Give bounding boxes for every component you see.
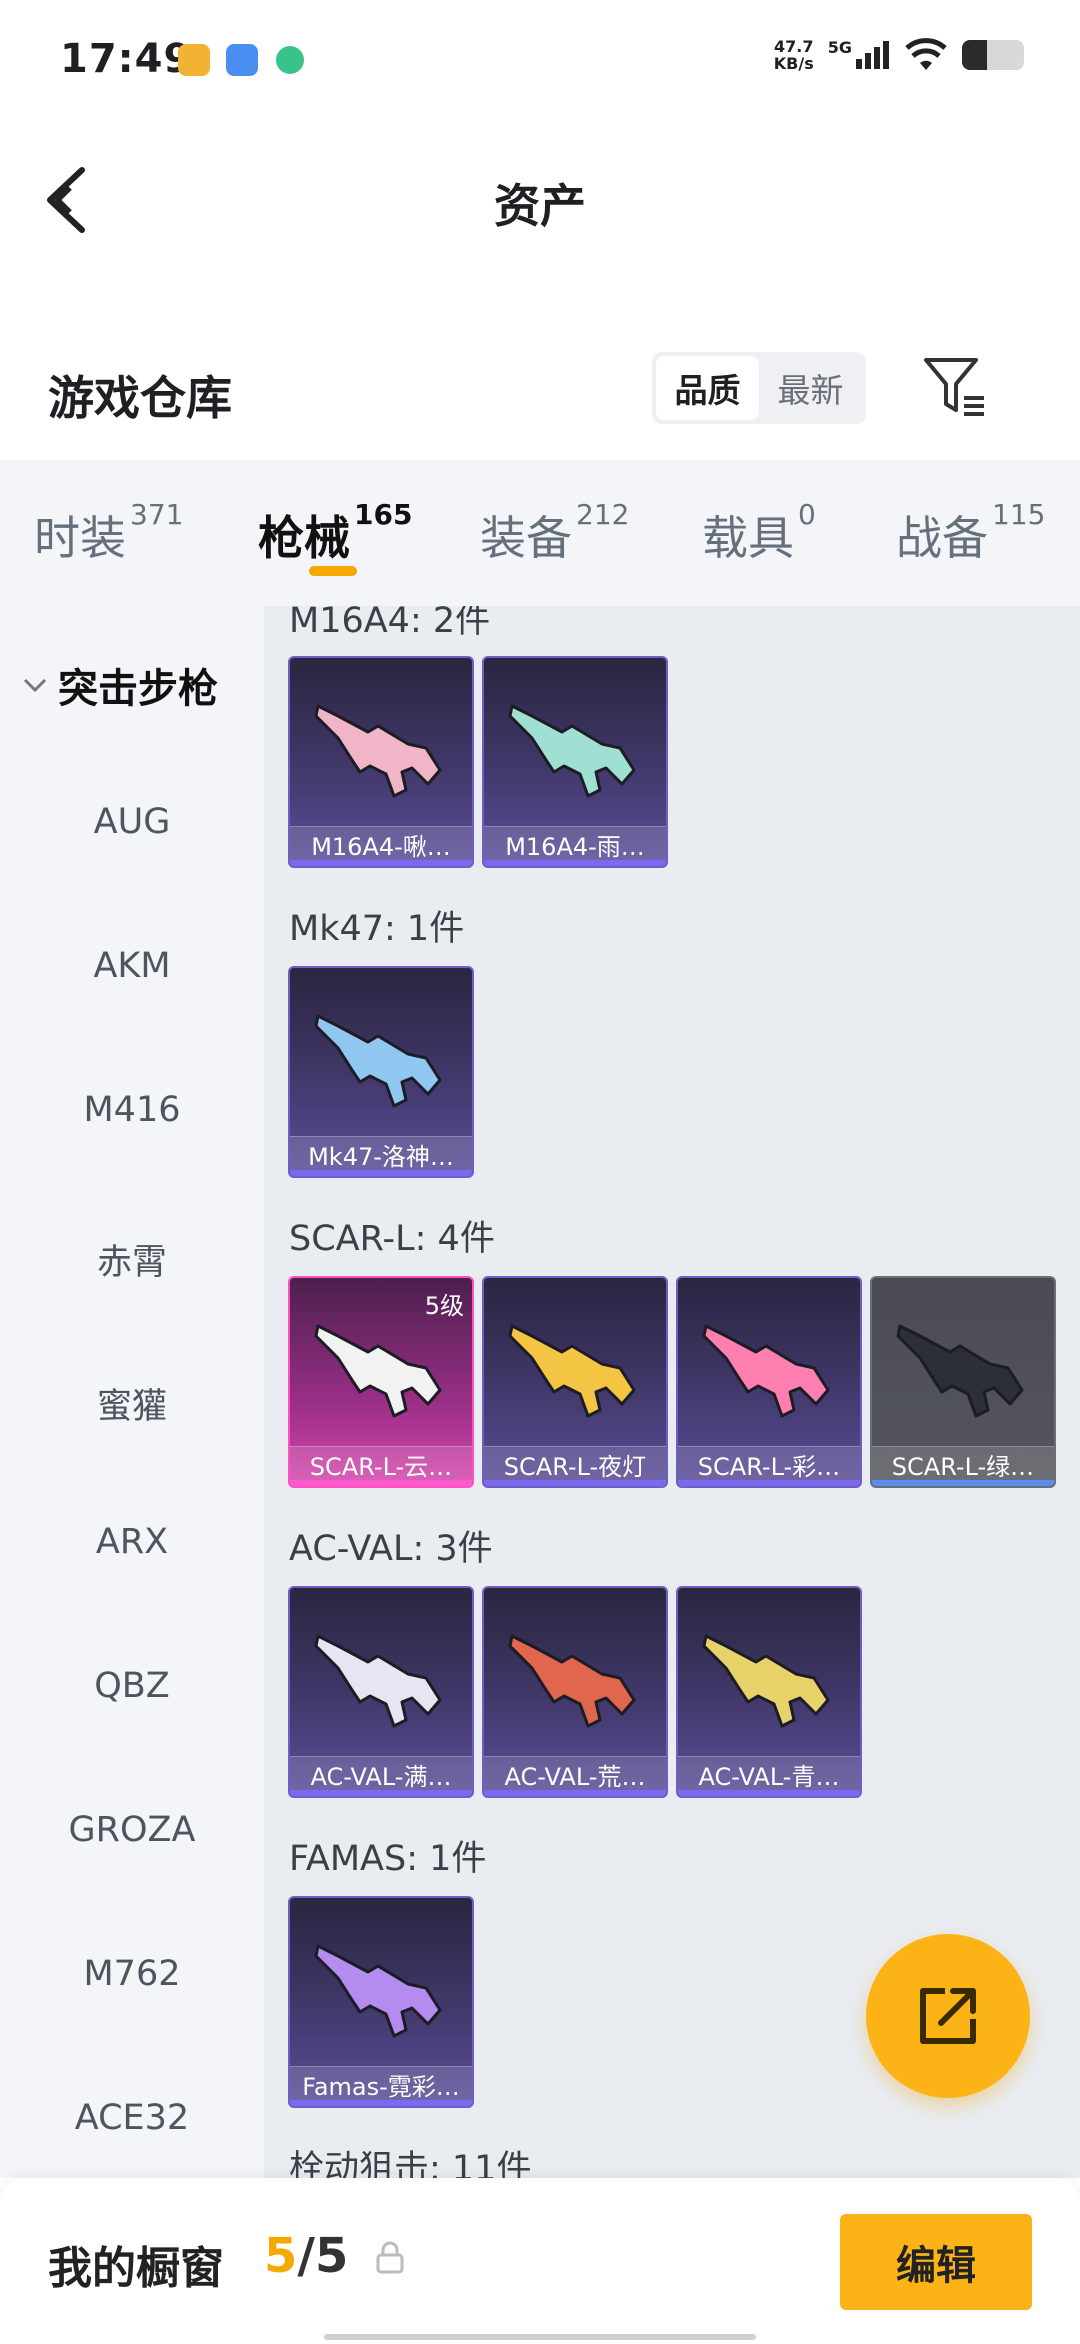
showcase-count: 5/5 xyxy=(264,2228,349,2284)
app-notification-icon xyxy=(226,44,258,76)
rifle-icon xyxy=(314,1944,442,2038)
app-notification-icon xyxy=(276,46,304,74)
showcase-bar: 我的橱窗 5/5 编辑 xyxy=(0,2178,1080,2344)
home-indicator xyxy=(324,2334,756,2340)
tab-guns[interactable]: 枪械 165 xyxy=(258,498,412,568)
weapon-card[interactable]: SCAR-L-彩… xyxy=(676,1276,862,1488)
weapon-card[interactable]: Famas-霓彩… xyxy=(288,1896,474,2108)
weapon-card[interactable]: AC-VAL-青… xyxy=(676,1586,862,1798)
weapon-card[interactable]: SCAR-L-夜灯 xyxy=(482,1276,668,1488)
showcase-title: 我的橱窗 xyxy=(48,2243,224,2294)
weapon-type-sidebar: 突击步枪 AUG AKM M416 赤霄 蜜獾 ARX QBZ GROZA M7… xyxy=(0,606,264,2178)
tab-vehicles[interactable]: 载具 0 xyxy=(702,498,816,568)
section-title: Mk47: 1件 xyxy=(289,909,465,949)
sidebar-item[interactable]: M762 xyxy=(0,1954,264,1994)
sidebar-group-assault-rifles[interactable]: 突击步枪 xyxy=(22,656,218,714)
sidebar-item[interactable]: 蜜獾 xyxy=(0,1378,264,1429)
share-button[interactable] xyxy=(866,1934,1030,2098)
wifi-icon xyxy=(905,38,947,70)
sort-option-newest[interactable]: 最新 xyxy=(759,356,862,420)
weapon-card[interactable]: SCAR-L-绿… xyxy=(870,1276,1056,1488)
rifle-icon xyxy=(314,704,442,798)
rifle-icon xyxy=(508,704,636,798)
title-bar: 资产 xyxy=(0,140,1080,260)
rifle-icon xyxy=(314,1634,442,1728)
share-icon xyxy=(920,1988,976,2044)
warehouse-title: 游戏仓库 xyxy=(48,371,232,425)
section-title: FAMAS: 1件 xyxy=(289,1839,487,1879)
active-tab-indicator xyxy=(309,566,357,576)
sort-toggle: 品质 最新 xyxy=(652,352,866,424)
rifle-icon xyxy=(314,1014,442,1108)
weapon-card[interactable]: 5级 SCAR-L-云… xyxy=(288,1276,474,1488)
section-title: M16A4: 2件 xyxy=(289,606,491,641)
network-speed: 47.7 KB/s xyxy=(773,37,814,73)
app-notification-icon xyxy=(178,44,210,76)
weapon-card[interactable]: AC-VAL-满… xyxy=(288,1586,474,1798)
filter-button[interactable] xyxy=(920,352,990,422)
signal-icon: 5G xyxy=(828,38,890,69)
sidebar-item[interactable]: AKM xyxy=(0,946,264,986)
tab-equipment[interactable]: 装备 212 xyxy=(480,498,629,568)
edit-button[interactable]: 编辑 xyxy=(840,2214,1032,2310)
status-time: 17:49 xyxy=(60,36,193,82)
sort-option-quality[interactable]: 品质 xyxy=(656,356,759,420)
rifle-icon xyxy=(314,1324,442,1418)
section-title: AC-VAL: 3件 xyxy=(289,1529,493,1569)
sidebar-item[interactable]: ARX xyxy=(0,1522,264,1562)
rifle-icon xyxy=(508,1634,636,1728)
weapon-card[interactable]: AC-VAL-荒… xyxy=(482,1586,668,1798)
rifle-icon xyxy=(702,1324,830,1418)
rifle-icon xyxy=(702,1634,830,1728)
rifle-icon xyxy=(896,1324,1024,1418)
rifle-icon xyxy=(508,1324,636,1418)
status-bar: 17:49 47.7 KB/s 5G xyxy=(0,0,1080,120)
weapon-card[interactable]: M16A4-啾… xyxy=(288,656,474,868)
battery-icon xyxy=(962,40,1024,70)
lock-icon xyxy=(376,2241,404,2274)
page-title: 资产 xyxy=(494,179,586,233)
sidebar-item[interactable]: GROZA xyxy=(0,1810,264,1850)
section-title: SCAR-L: 4件 xyxy=(289,1219,495,1259)
chevron-down-icon xyxy=(23,678,47,693)
sidebar-item[interactable]: AUG xyxy=(0,802,264,842)
weapon-card[interactable]: M16A4-雨… xyxy=(482,656,668,868)
sidebar-item[interactable]: 赤霄 xyxy=(0,1234,264,1285)
tab-fashion[interactable]: 时装 371 xyxy=(34,498,183,568)
weapon-card[interactable]: Mk47-洛神… xyxy=(288,966,474,1178)
sidebar-item[interactable]: QBZ xyxy=(0,1666,264,1706)
sidebar-item[interactable]: ACE32 xyxy=(0,2098,264,2138)
warehouse-header: 游戏仓库 品质 最新 xyxy=(0,340,1080,460)
weapon-level-badge: 5级 xyxy=(424,1292,464,1320)
filter-icon xyxy=(924,358,984,416)
section-title: 栓动狙击: 11件 xyxy=(289,2149,532,2178)
tab-supplies[interactable]: 战备 115 xyxy=(896,498,1045,568)
category-tabs: 时装 371 枪械 165 装备 212 载具 0 战备 115 xyxy=(0,460,1080,606)
sidebar-item[interactable]: M416 xyxy=(0,1090,264,1130)
